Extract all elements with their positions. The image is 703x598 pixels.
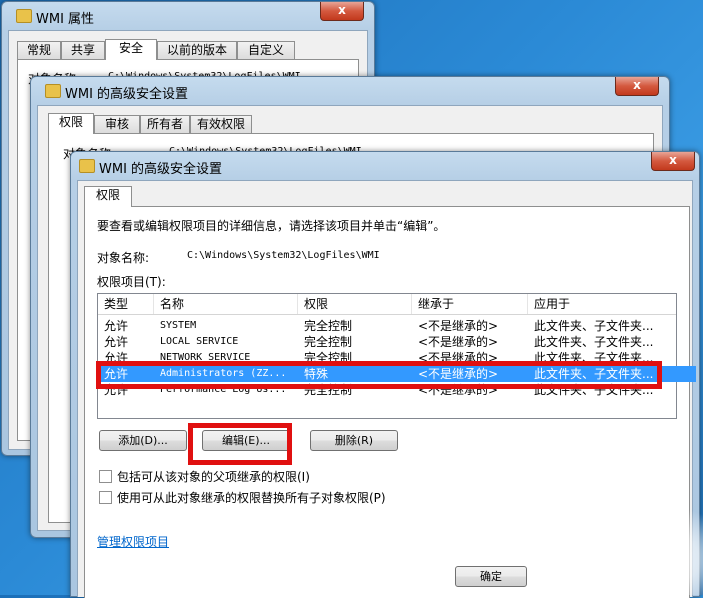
inherit-checkbox-label: 包括可从该对象的父项继承的权限(I): [117, 470, 310, 484]
tab-strip: 权限: [84, 186, 144, 207]
titlebar[interactable]: WMI 属性 x: [2, 2, 374, 30]
cell-apply: 此文件夹、子文件夹...: [534, 319, 654, 333]
replace-checkbox[interactable]: [99, 491, 112, 504]
cell-type: 允许: [104, 319, 129, 333]
cell-perm: 完全控制: [304, 319, 353, 333]
column-type[interactable]: 类型: [98, 294, 154, 314]
tab-strip: 权限 审核 所有者 有效权限: [48, 113, 308, 134]
tab-auditing[interactable]: 审核: [94, 115, 140, 133]
folder-icon: [45, 84, 61, 98]
cell-inherit: <不是继承的>: [418, 335, 499, 349]
folder-icon: [79, 159, 95, 173]
window-title: WMI 的高级安全设置: [65, 87, 189, 102]
column-inherited-from[interactable]: 继承于: [412, 294, 528, 314]
tab-security[interactable]: 安全: [105, 39, 157, 60]
tab-sharing[interactable]: 共享: [61, 41, 105, 59]
row-highlight-box: [96, 361, 662, 389]
edit-button-highlight-box: [188, 423, 292, 465]
tab-strip: 常规 共享 安全 以前的版本 自定义: [17, 39, 337, 60]
instruction-text: 要查看或编辑权限项目的详细信息，请选择该项目并单击“编辑”。: [97, 219, 446, 233]
close-button[interactable]: x: [615, 77, 659, 96]
remove-button[interactable]: 删除(R): [310, 430, 398, 451]
close-button[interactable]: x: [320, 2, 364, 21]
cell-inherit: <不是继承的>: [418, 319, 499, 333]
table-row[interactable]: 允许 SYSTEM 完全控制 <不是继承的> 此文件夹、子文件夹...: [98, 318, 676, 334]
ok-button[interactable]: 确定: [455, 566, 527, 587]
column-applies-to[interactable]: 应用于: [528, 294, 676, 314]
cell-type: 允许: [104, 335, 129, 349]
list-header: 类型 名称 权限 继承于 应用于: [98, 294, 676, 315]
cell-apply: 此文件夹、子文件夹...: [534, 335, 654, 349]
tab-customize[interactable]: 自定义: [237, 41, 295, 59]
object-name-value: C:\Windows\System32\LogFiles\WMI: [187, 250, 380, 261]
close-button[interactable]: x: [651, 152, 695, 171]
window-title: WMI 属性: [36, 12, 95, 27]
titlebar[interactable]: WMI 的高级安全设置 x: [31, 77, 669, 105]
add-button[interactable]: 添加(D)...: [99, 430, 187, 451]
tab-previous-versions[interactable]: 以前的版本: [157, 41, 237, 59]
cell-name: SYSTEM: [160, 320, 197, 331]
column-permission[interactable]: 权限: [298, 294, 412, 314]
titlebar[interactable]: WMI 的高级安全设置 x: [71, 152, 699, 180]
column-name[interactable]: 名称: [154, 294, 298, 314]
object-name-label: 对象名称:: [97, 251, 150, 265]
cell-perm: 完全控制: [304, 335, 353, 349]
tab-effective-permissions[interactable]: 有效权限: [190, 115, 252, 133]
cell-name: LOCAL SERVICE: [160, 336, 239, 347]
watermark-glow: [530, 505, 703, 595]
tab-owner[interactable]: 所有者: [140, 115, 190, 133]
window-title: WMI 的高级安全设置: [99, 162, 223, 177]
replace-checkbox-label: 使用可从此对象继承的权限替换所有子对象权限(P): [117, 491, 386, 505]
permission-entries-label: 权限项目(T):: [97, 275, 166, 289]
table-row[interactable]: 允许 LOCAL SERVICE 完全控制 <不是继承的> 此文件夹、子文件夹...: [98, 334, 676, 350]
permission-entries-list[interactable]: 类型 名称 权限 继承于 应用于 允许 SYSTEM 完全控制 <不是继承的> 此文件夹…: [97, 293, 696, 419]
folder-icon: [16, 9, 32, 23]
tab-permissions[interactable]: 权限: [84, 186, 132, 207]
tab-permissions[interactable]: 权限: [48, 113, 94, 134]
manage-permissions-link[interactable]: 管理权限项目: [97, 533, 169, 550]
inherit-checkbox[interactable]: [99, 470, 112, 483]
tab-general[interactable]: 常规: [17, 41, 61, 59]
